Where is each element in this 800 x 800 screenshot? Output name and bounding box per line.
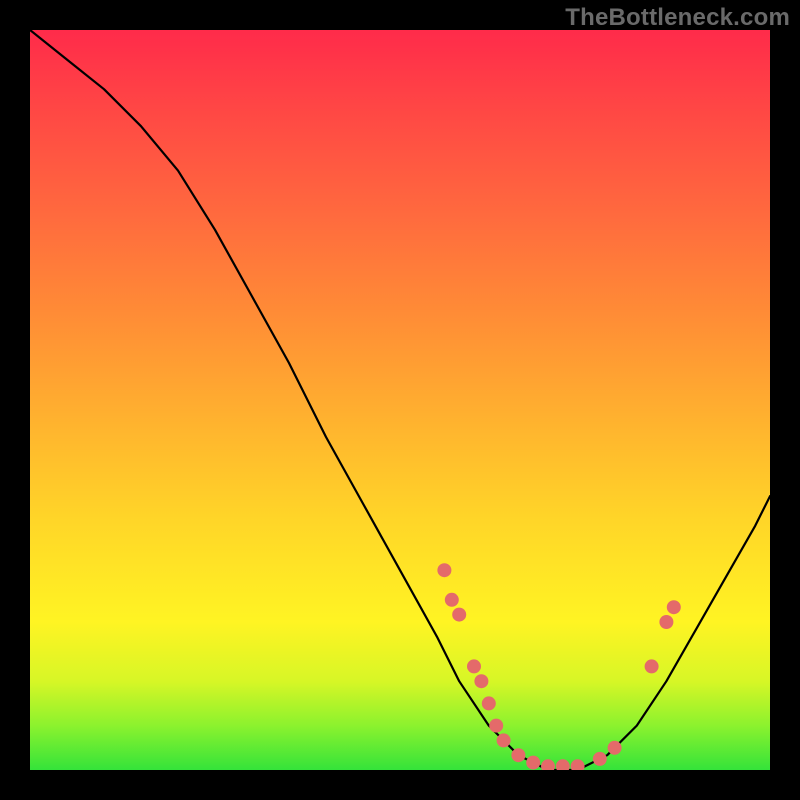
chart-svg bbox=[30, 30, 770, 770]
bottleneck-curve bbox=[30, 30, 770, 770]
data-marker bbox=[608, 741, 622, 755]
data-marker bbox=[541, 759, 555, 770]
data-marker bbox=[445, 593, 459, 607]
data-marker bbox=[452, 608, 466, 622]
data-marker bbox=[571, 759, 585, 770]
data-marker bbox=[482, 696, 496, 710]
data-marker bbox=[489, 719, 503, 733]
watermark-label: TheBottleneck.com bbox=[565, 4, 790, 32]
data-marker bbox=[593, 752, 607, 766]
data-marker bbox=[645, 659, 659, 673]
marker-layer bbox=[437, 563, 680, 770]
chart-frame: TheBottleneck.com bbox=[0, 0, 800, 800]
data-marker bbox=[467, 659, 481, 673]
plot-area bbox=[30, 30, 770, 770]
data-marker bbox=[556, 759, 570, 770]
data-marker bbox=[667, 600, 681, 614]
data-marker bbox=[526, 756, 540, 770]
data-marker bbox=[437, 563, 451, 577]
data-marker bbox=[659, 615, 673, 629]
data-marker bbox=[474, 674, 488, 688]
data-marker bbox=[497, 733, 511, 747]
data-marker bbox=[511, 748, 525, 762]
